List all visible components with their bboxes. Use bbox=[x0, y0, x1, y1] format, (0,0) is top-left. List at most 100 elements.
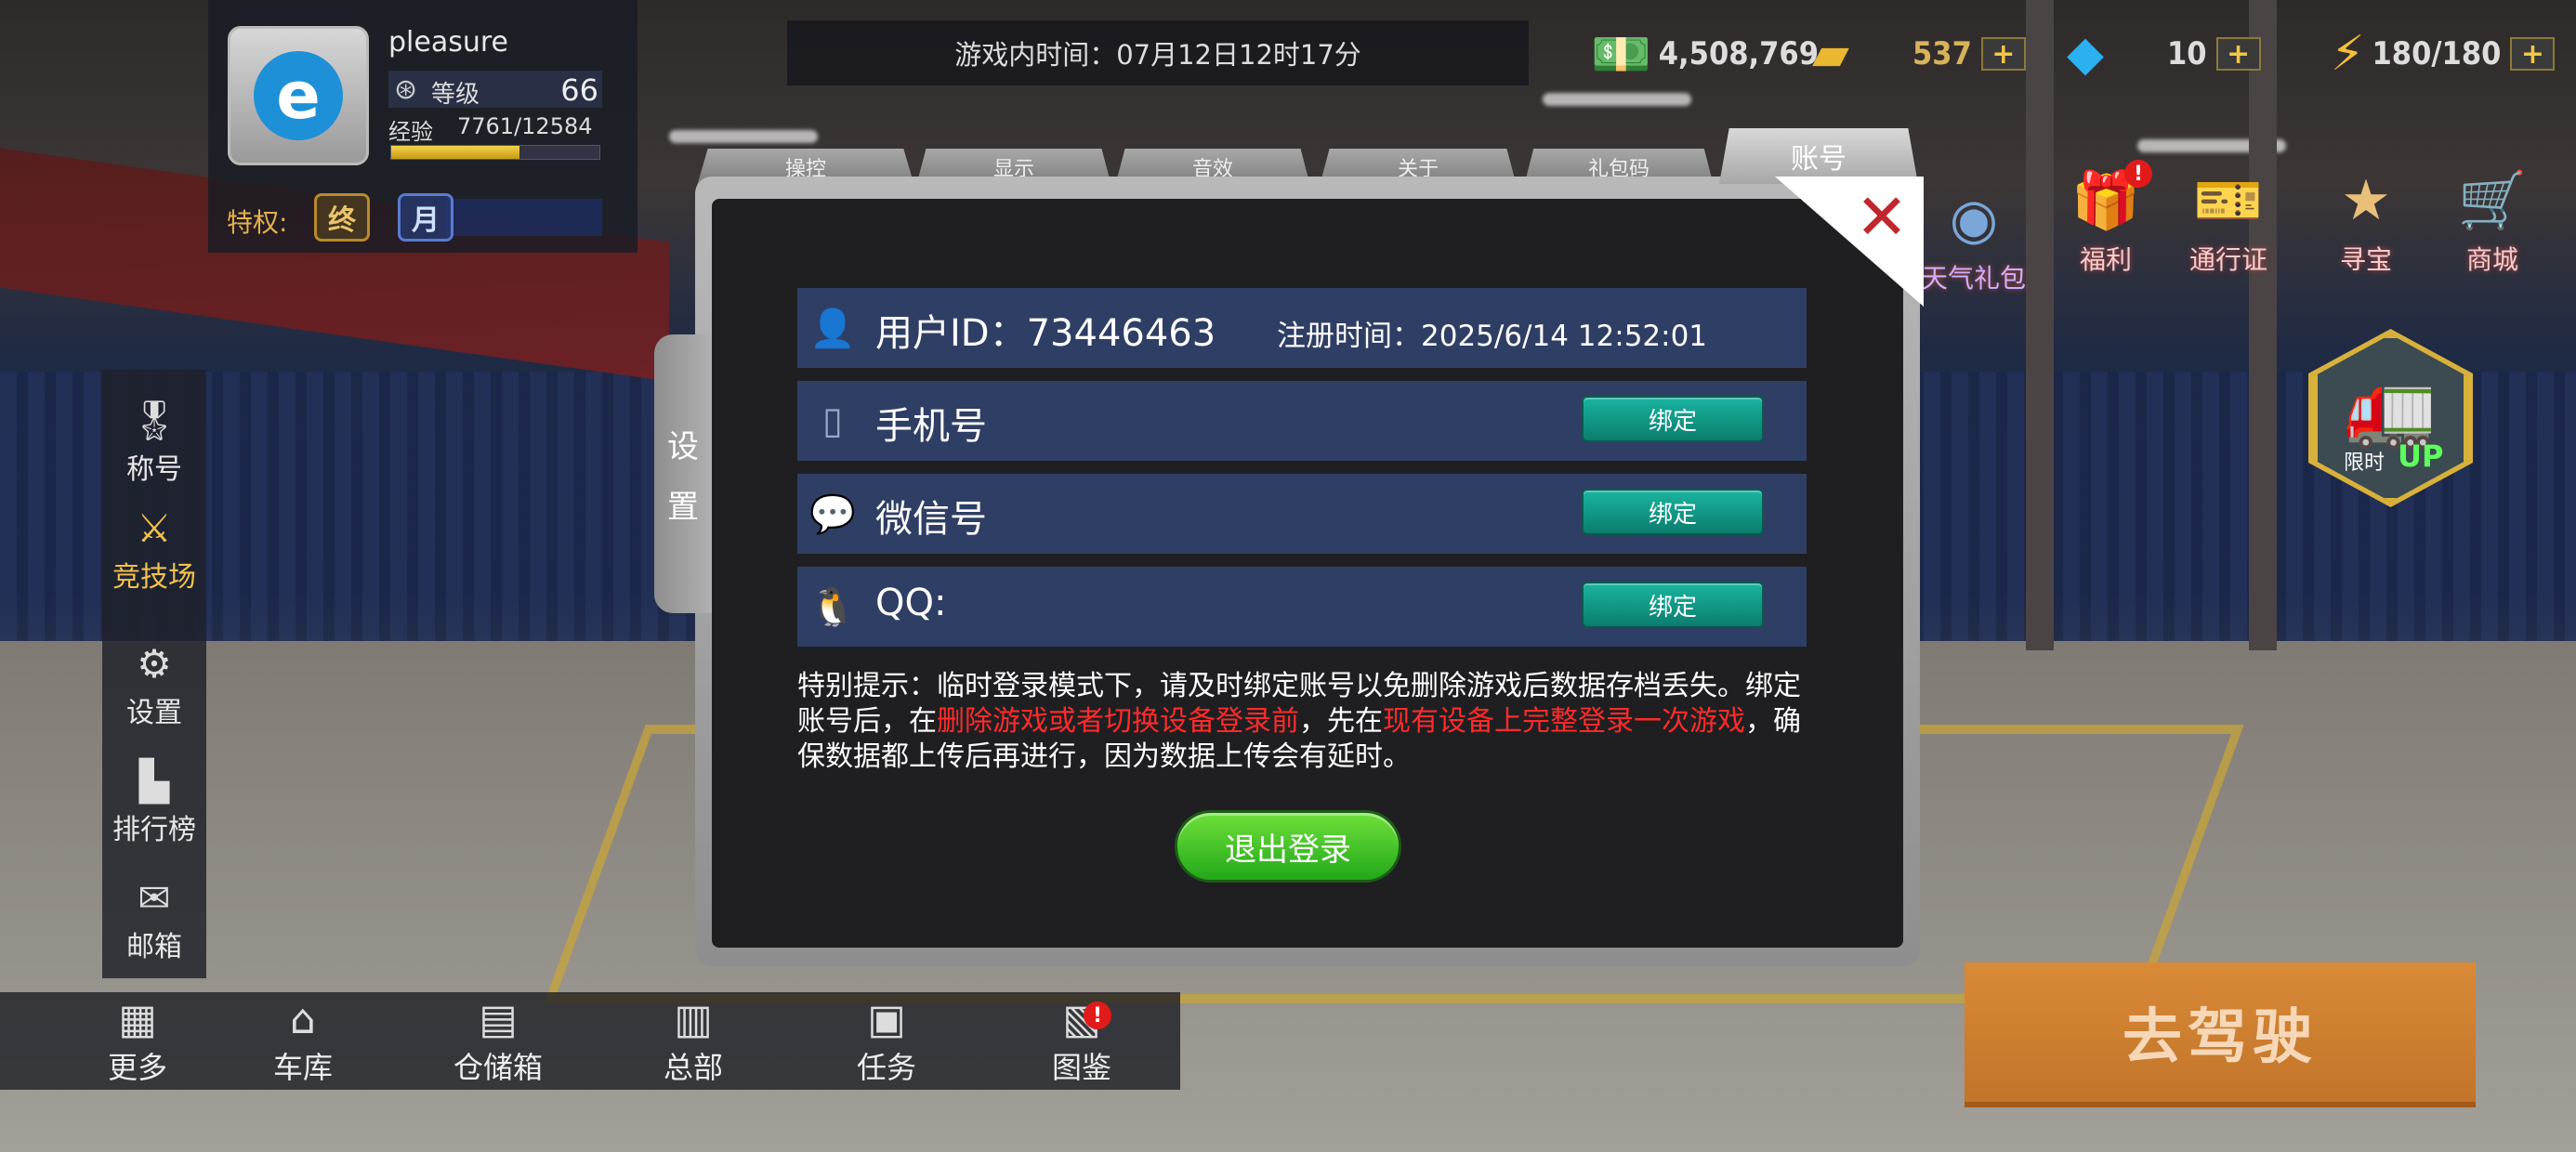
bind-phone-button[interactable]: 绑定 bbox=[1582, 396, 1764, 442]
welfare-notification-badge: ! bbox=[2124, 160, 2152, 188]
logout-button[interactable]: 退出登录 bbox=[1175, 810, 1401, 883]
menu-ranking-label: 排行榜 bbox=[112, 814, 196, 846]
qq-row: 🐧 QQ: 绑定 bbox=[797, 567, 1807, 647]
phone-icon: ▯ bbox=[821, 399, 843, 442]
diamond-counter: ◆ 10 + bbox=[2067, 17, 2261, 91]
avatar[interactable]: e bbox=[228, 26, 369, 165]
game-time: 游戏内时间：07月12日12时17分 bbox=[787, 20, 1529, 85]
nav-garage[interactable]: ⌂ 车库 bbox=[238, 1000, 368, 1087]
weather-gift-label: 天气礼包 bbox=[1921, 263, 2026, 294]
money-value: 4,508,769 bbox=[1658, 35, 1819, 72]
limited-truck-promo[interactable]: 🚛 限时 UP bbox=[2308, 329, 2473, 507]
exp-label: 经验 bbox=[388, 119, 433, 145]
side-tab-char: 设 bbox=[667, 428, 699, 465]
username: pleasure bbox=[388, 26, 508, 59]
tip-text: ，先在 bbox=[1299, 705, 1383, 738]
battle-pass-label: 通行证 bbox=[2188, 244, 2267, 275]
clipboard-icon: ▣ bbox=[867, 996, 906, 1043]
cash-icon: 💵 bbox=[1591, 26, 1651, 83]
diamond-icon: ◆ bbox=[2067, 26, 2104, 82]
diamond-value: 10 bbox=[2167, 35, 2207, 72]
menu-mail[interactable]: ✉ 邮箱 bbox=[102, 879, 206, 964]
bind-qq-button[interactable]: 绑定 bbox=[1582, 582, 1764, 628]
nav-storage-label: 仓储箱 bbox=[453, 1050, 543, 1085]
gold-value: 537 bbox=[1912, 35, 1972, 72]
wechat-row: 💬 微信号 绑定 bbox=[797, 474, 1807, 554]
weather-gift[interactable]: ◉ 天气礼包 bbox=[1918, 182, 2030, 295]
add-gold-button[interactable]: + bbox=[1980, 37, 2026, 71]
bind-wechat-button[interactable]: 绑定 bbox=[1582, 489, 1764, 535]
level-value: 66 bbox=[560, 72, 598, 108]
menu-mail-label: 邮箱 bbox=[126, 931, 182, 963]
building-icon: ▥ bbox=[674, 996, 713, 1043]
privilege-label: 特权: bbox=[227, 207, 288, 238]
treasure-hunt[interactable]: ★ 寻宝 bbox=[2310, 164, 2422, 277]
energy-counter: ⚡ 180/180 + bbox=[2331, 17, 2556, 91]
lightning-icon: ⚡ bbox=[2331, 26, 2365, 82]
exp-value: 7761/12584 bbox=[457, 113, 593, 139]
nav-hq[interactable]: ▥ 总部 bbox=[628, 1000, 758, 1087]
nav-more[interactable]: ▦ 更多 bbox=[72, 1000, 203, 1087]
medal-icon: 🎖 bbox=[129, 398, 179, 443]
monthly-privilege-badge[interactable]: 月 bbox=[398, 193, 453, 242]
nav-catalog-label: 图鉴 bbox=[1051, 1050, 1111, 1085]
treasure-chest-icon: ★ bbox=[2341, 168, 2391, 233]
add-energy-button[interactable]: + bbox=[2510, 37, 2556, 71]
mail-icon: ✉ bbox=[138, 875, 171, 921]
menu-ranking[interactable]: ▙ 排行榜 bbox=[102, 762, 206, 847]
avatar-logo-icon: e bbox=[254, 51, 343, 140]
exp-progress-fill bbox=[391, 146, 520, 159]
phone-row: ▯ 手机号 绑定 bbox=[797, 381, 1807, 461]
tip-warning-red: 现有设备上完整登录一次游戏 bbox=[1383, 705, 1745, 738]
register-time: 注册时间：2025/6/14 12:52:01 bbox=[1277, 320, 1708, 353]
go-drive-button[interactable]: 去驾驶 bbox=[1965, 962, 2476, 1102]
nav-hq-label: 总部 bbox=[663, 1050, 723, 1085]
qq-penguin-icon: 🐧 bbox=[809, 585, 856, 629]
settings-side-tab: 设 置 bbox=[654, 334, 712, 613]
menu-title-label: 称号 bbox=[126, 453, 182, 486]
catalog-notification-badge: ! bbox=[1084, 1001, 1111, 1029]
nav-tasks[interactable]: ▣ 任务 bbox=[821, 1000, 952, 1087]
grid-icon: ▦ bbox=[118, 996, 157, 1043]
level-row: ⊛ 等级 66 bbox=[388, 71, 602, 109]
treasure-hunt-label: 寻宝 bbox=[2339, 244, 2392, 275]
menu-settings-label: 设置 bbox=[126, 697, 182, 729]
menu-arena-label: 竞技场 bbox=[112, 561, 196, 594]
tab-account[interactable]: 账号 bbox=[1719, 128, 1918, 184]
limited-label: 限时 bbox=[2344, 452, 2385, 475]
gold-bar-icon: ▰ bbox=[1812, 26, 1849, 82]
nav-storage[interactable]: ▤ 仓储箱 bbox=[433, 1000, 563, 1087]
user-id: 用户ID：73446463 bbox=[875, 312, 1216, 355]
energy-value: 180/180 bbox=[2372, 35, 2502, 72]
privilege-strip bbox=[446, 199, 602, 236]
cart-icon: 🛒 bbox=[2457, 168, 2528, 233]
add-diamond-button[interactable]: + bbox=[2215, 37, 2261, 71]
up-label: UP bbox=[2398, 439, 2444, 474]
money-counter: 💵 4,508,769 bbox=[1591, 17, 1819, 91]
gold-counter: ▰ 537 + bbox=[1812, 17, 2026, 91]
ceiling-light bbox=[669, 130, 818, 143]
tip-warning-red: 删除游戏或者切换设备登录前 bbox=[937, 705, 1299, 738]
steering-wheel-icon: ⊛ bbox=[394, 73, 418, 106]
nav-tasks-label: 任务 bbox=[856, 1050, 916, 1085]
shop-label: 商城 bbox=[2465, 244, 2518, 275]
shop[interactable]: 🛒 商城 bbox=[2437, 164, 2548, 277]
menu-arena[interactable]: ⚔ 竞技场 bbox=[102, 509, 206, 595]
vip-ticket-icon: 🎫 bbox=[2193, 168, 2264, 233]
battle-pass[interactable]: 🎫 通行证 bbox=[2173, 164, 2284, 277]
user-id-row: 👤 用户ID：73446463 注册时间：2025/6/14 12:52:01 bbox=[797, 288, 1807, 368]
qq-label: QQ: bbox=[875, 582, 947, 624]
user-icon: 👤 bbox=[809, 307, 856, 350]
nav-more-label: 更多 bbox=[107, 1050, 167, 1085]
menu-settings[interactable]: ⚙ 设置 bbox=[102, 645, 206, 730]
garage-icon: ⌂ bbox=[290, 996, 316, 1043]
close-button[interactable]: ✕ bbox=[1849, 186, 1914, 251]
menu-title[interactable]: 🎖 称号 bbox=[102, 401, 206, 487]
nav-catalog[interactable]: ▧ 图鉴 bbox=[1017, 1000, 1147, 1087]
wechat-icon: 💬 bbox=[809, 492, 856, 536]
gear-icon: ⚙ bbox=[137, 641, 172, 687]
storage-icon: ▤ bbox=[479, 996, 518, 1043]
nav-garage-label: 车库 bbox=[272, 1050, 333, 1085]
welfare-label: 福利 bbox=[2079, 244, 2132, 275]
lifetime-privilege-badge[interactable]: 终 bbox=[314, 193, 370, 242]
